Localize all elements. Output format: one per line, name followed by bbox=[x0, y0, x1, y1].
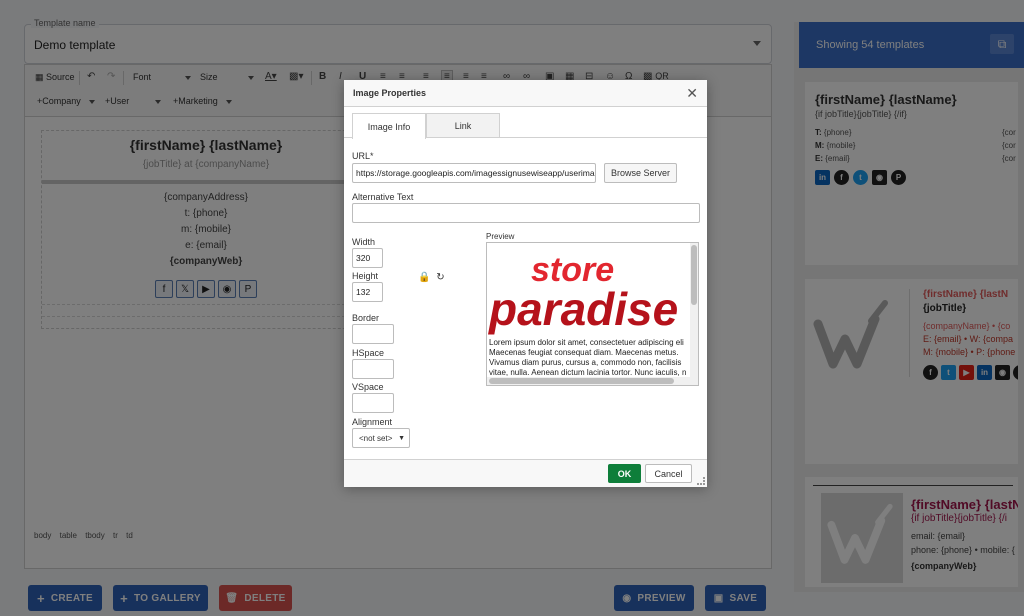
border-label: Border bbox=[352, 313, 380, 323]
border-input[interactable] bbox=[352, 324, 394, 344]
hspace-input[interactable] bbox=[352, 359, 394, 379]
height-label: Height bbox=[352, 271, 379, 281]
reset-size-icon[interactable]: ↻ bbox=[436, 272, 444, 283]
resize-handle[interactable] bbox=[697, 477, 705, 485]
cancel-button[interactable]: Cancel bbox=[645, 464, 692, 483]
ok-button[interactable]: OK bbox=[608, 464, 641, 483]
logo-word-bottom: paradise bbox=[487, 283, 678, 335]
dialog-title: Image Properties bbox=[353, 88, 427, 98]
lock-icon[interactable]: 🔒 bbox=[418, 272, 430, 283]
dialog-footer: OK Cancel bbox=[344, 459, 707, 487]
ratio-controls: 🔒 ↻ bbox=[418, 272, 445, 283]
alignment-label: Alignment bbox=[352, 417, 393, 427]
close-icon[interactable]: ✕ bbox=[686, 85, 698, 102]
image-preview: store paradise Lorem ipsum dolor sit ame… bbox=[486, 242, 699, 386]
preview-label: Preview bbox=[486, 232, 515, 241]
store-paradise-logo: store paradise bbox=[487, 251, 678, 335]
preview-lorem-text: Lorem ipsum dolor sit amet, consectetuer… bbox=[489, 338, 687, 377]
tab-link[interactable]: Link bbox=[426, 113, 500, 138]
vspace-input[interactable] bbox=[352, 393, 394, 413]
url-input[interactable]: https://storage.googleapis.com/imagessig… bbox=[352, 163, 596, 183]
dialog-header: Image Properties ✕ bbox=[344, 80, 707, 107]
tab-image-info[interactable]: Image Info bbox=[352, 113, 426, 139]
hspace-label: HSpace bbox=[352, 348, 385, 358]
preview-horizontal-scrollbar[interactable] bbox=[487, 377, 692, 385]
height-input[interactable]: 132 bbox=[352, 282, 383, 302]
url-label: URL* bbox=[352, 151, 374, 161]
alignment-select[interactable]: <not set> ▼ bbox=[352, 428, 410, 448]
browse-server-button[interactable]: Browse Server bbox=[604, 163, 677, 183]
alt-text-label: Alternative Text bbox=[352, 192, 414, 202]
image-properties-dialog: Image Properties ✕ Image Info Link URL* … bbox=[344, 80, 707, 487]
vspace-label: VSpace bbox=[352, 382, 384, 392]
width-label: Width bbox=[352, 237, 376, 247]
preview-vertical-scrollbar[interactable] bbox=[690, 243, 698, 385]
chevron-down-icon: ▼ bbox=[398, 435, 405, 442]
width-input[interactable]: 320 bbox=[352, 248, 383, 268]
alt-text-input[interactable] bbox=[352, 203, 700, 223]
